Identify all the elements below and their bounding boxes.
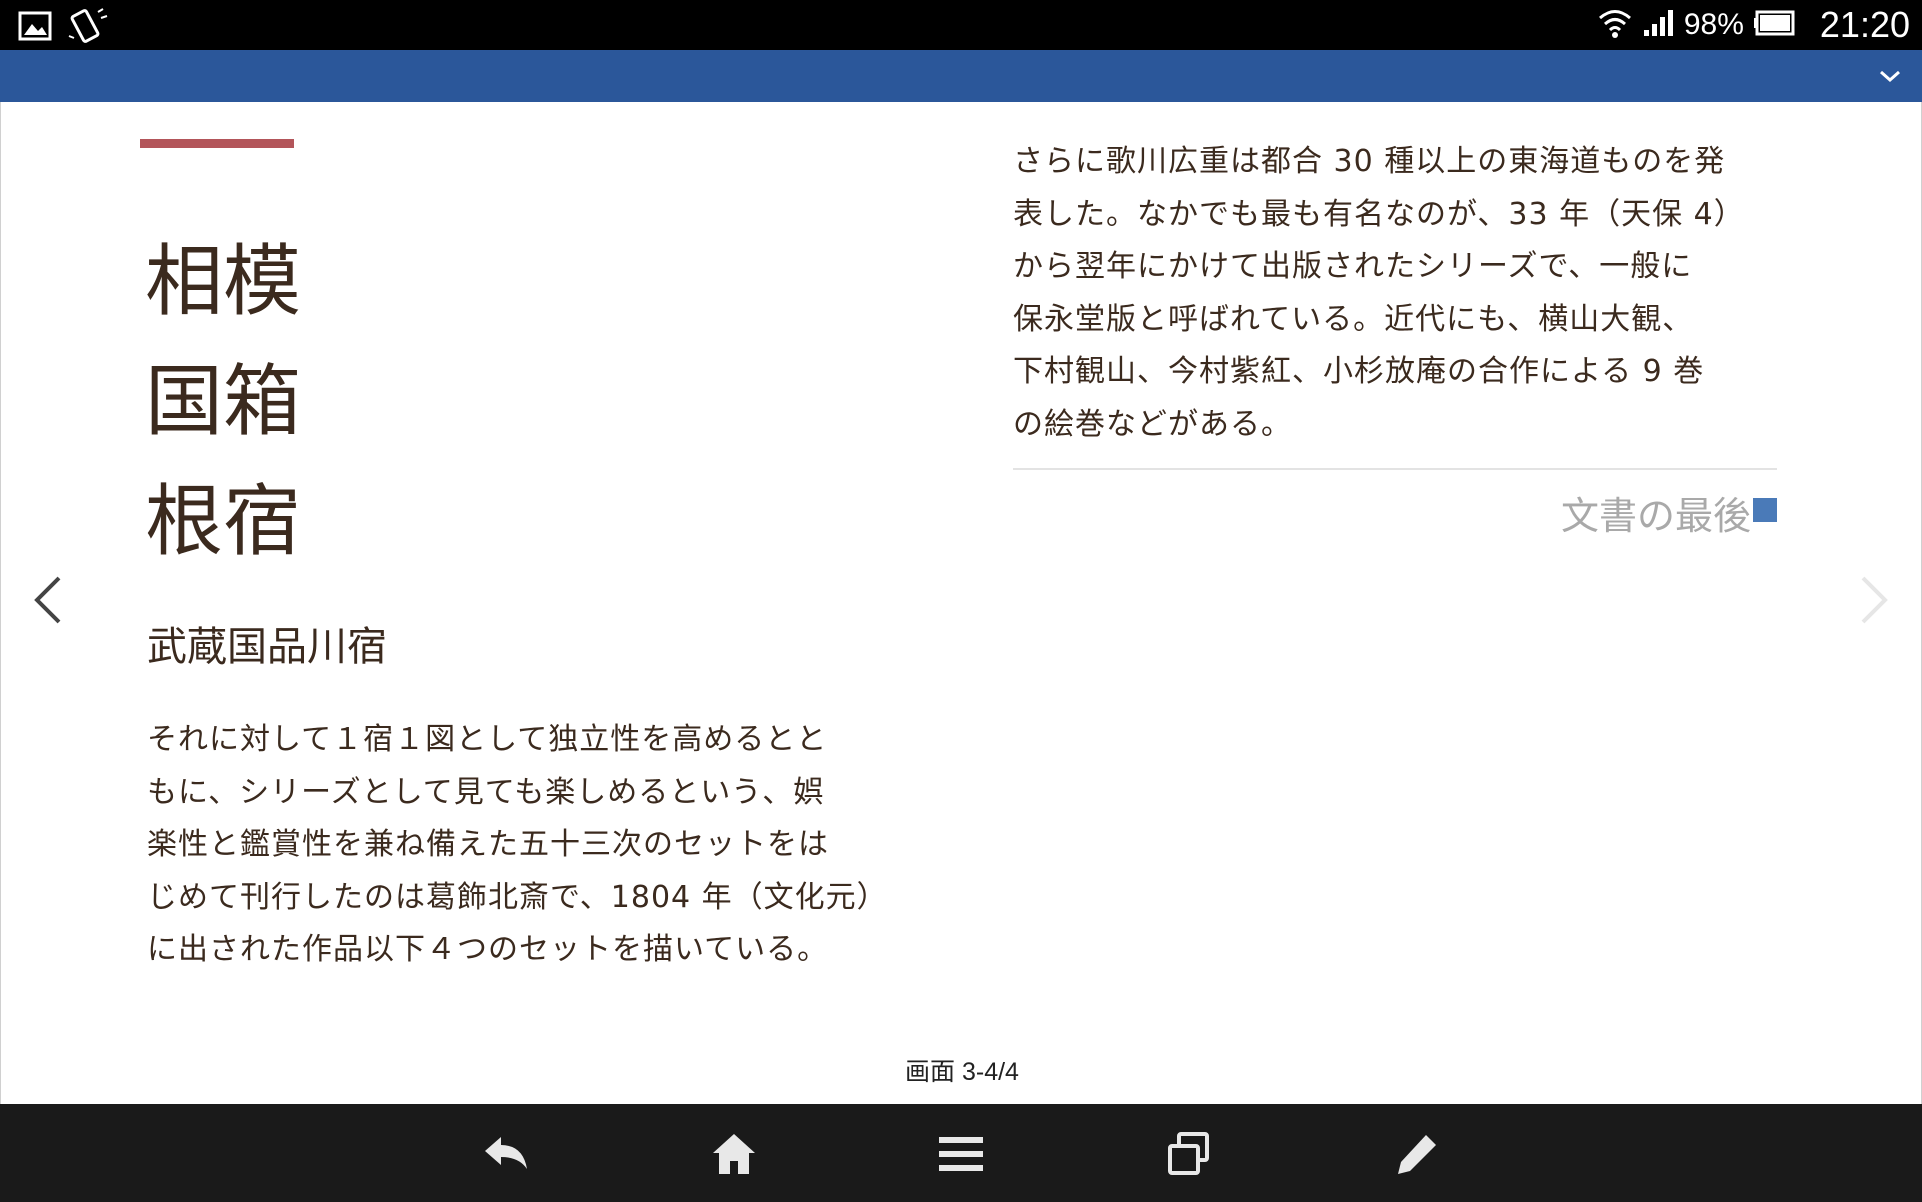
paragraph-line: もに、シリーズとして見ても楽しめるという、娯 (147, 774, 825, 810)
title-line: 国箱 (145, 357, 302, 447)
next-page-arrow-icon[interactable] (1853, 572, 1893, 628)
paragraph-line: じめて刊行したのは葛飾北斎で、1804 年（文化元） (147, 879, 888, 915)
battery-percent: 98% (1683, 8, 1744, 41)
previous-page-arrow-icon[interactable] (29, 572, 69, 628)
paragraph-line: それに対して１宿１図として独立性を高めるとと (147, 722, 828, 757)
right-paragraph: さらに歌川広重は都合 30 種以上の東海道ものを発 表した。なかでも最も有名なの… (1013, 136, 1783, 451)
wifi-icon (1598, 8, 1632, 42)
document-page: 相模 国箱 根宿 武蔵国品川宿 それに対して１宿１図として独立性を高めるとと も… (0, 102, 1922, 1104)
back-icon[interactable] (478, 1126, 534, 1182)
status-bar: 98% 21:20 (0, 0, 1922, 50)
paragraph-line: さらに歌川広重は都合 30 種以上の東海道ものを発 (1013, 144, 1726, 179)
paragraph-line: 表した。なかでも最も有名なのが、33 年（天保 4） (1013, 196, 1745, 232)
menu-icon[interactable] (933, 1126, 989, 1182)
title-line: 相模 (145, 237, 302, 327)
app-header-bar (0, 50, 1922, 102)
title-line: 根宿 (145, 477, 302, 567)
paragraph-line: 楽性と鑑賞性を兼ね備えた五十三次のセットをは (147, 827, 829, 862)
clock: 21:20 (1819, 4, 1910, 45)
paragraph-line: に出された作品以下４つのセットを描いている。 (147, 932, 829, 967)
screen-rotate-icon (66, 6, 110, 50)
navigation-bar (0, 1104, 1922, 1202)
chevron-down-icon[interactable] (1876, 62, 1904, 90)
edit-icon[interactable] (1389, 1126, 1445, 1182)
page-title: 相模 国箱 根宿 (145, 222, 301, 582)
paragraph-line: から翌年にかけて出版されたシリーズで、一般に (1013, 249, 1693, 284)
page-indicator: 画面 3-4/4 (905, 1058, 1019, 1086)
signal-icon (1642, 8, 1674, 42)
paragraph-line: の絵巻などがある。 (1013, 406, 1292, 442)
paragraph-line: 保永堂版と呼ばれている。近代にも、横山大観、 (1013, 301, 1694, 337)
end-of-document-label: 文書の最後 (1560, 494, 1751, 538)
image-icon (18, 10, 52, 46)
divider (1013, 468, 1777, 470)
accent-rule (140, 139, 294, 148)
end-marker-icon (1753, 498, 1777, 522)
left-paragraph: それに対して１宿１図として独立性を高めるとと もに、シリーズとして見ても楽しめる… (147, 714, 927, 977)
recent-apps-icon[interactable] (1161, 1126, 1217, 1182)
subtitle: 武蔵国品川宿 (147, 624, 387, 670)
home-icon[interactable] (706, 1126, 762, 1182)
paragraph-line: 下村観山、今村紫紅、小杉放庵の合作による 9 巻 (1013, 354, 1705, 389)
battery-icon (1753, 10, 1796, 40)
